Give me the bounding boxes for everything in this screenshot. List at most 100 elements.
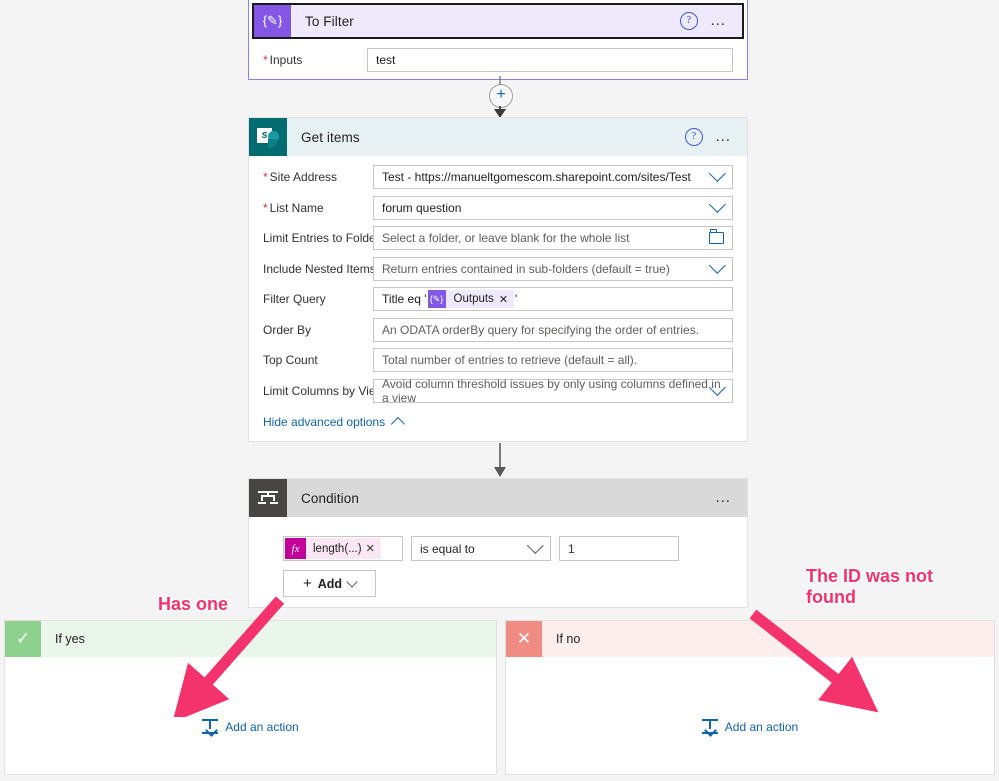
- branch-if-yes[interactable]: ✓ If yes Add an action: [4, 620, 497, 775]
- condition-glyph: [258, 489, 278, 507]
- sharepoint-tail: [268, 139, 277, 148]
- help-icon[interactable]: ?: [679, 12, 698, 30]
- token-label: Outputs: [453, 293, 494, 305]
- card-header-condition[interactable]: Condition …: [249, 479, 747, 517]
- sharepoint-icon: s: [249, 118, 287, 156]
- condition-expression-row: fx length(...) ✕ is equal to 1: [283, 536, 747, 561]
- inputs-field[interactable]: test: [367, 48, 733, 72]
- card-header-to-filter[interactable]: {✎} To Filter ? …: [252, 3, 744, 39]
- chevron-down-icon[interactable]: [708, 256, 726, 274]
- add-an-action-label: Add an action: [225, 719, 299, 734]
- field-row-list-name: * List Name forum question: [249, 195, 747, 220]
- chevron-down-icon[interactable]: [708, 164, 726, 182]
- card-header-get-items[interactable]: s Get items ? …: [249, 118, 747, 156]
- condition-right-operand[interactable]: 1: [559, 536, 679, 561]
- field-label-filter-query: Filter Query: [263, 292, 326, 306]
- include-nested-items-dropdown[interactable]: Return entries contained in sub-folders …: [373, 256, 733, 281]
- top-count-placeholder: Total number of entries to retrieve (def…: [382, 353, 638, 367]
- branch-header-if-no[interactable]: ✕ If no: [506, 621, 994, 657]
- connector-arrow-2: [494, 443, 506, 477]
- card-title: Get items: [301, 129, 360, 145]
- card-header-actions: …: [715, 490, 747, 506]
- condition-operator-dropdown[interactable]: is equal to: [411, 536, 551, 561]
- required-indicator: *: [263, 200, 268, 215]
- add-an-action-button-if-yes[interactable]: Add an action: [202, 719, 299, 737]
- annotation-id-not-found: The ID was not found: [806, 566, 934, 607]
- compose-glyph: {✎}: [262, 13, 283, 28]
- add-action-icon: [701, 719, 718, 737]
- field-row-top-count: Top Count Total number of entries to ret…: [249, 348, 747, 372]
- help-icon[interactable]: ?: [684, 128, 703, 146]
- order-by-field[interactable]: An ODATA orderBy query for specifying th…: [373, 317, 733, 342]
- close-icon: ✕: [506, 621, 542, 657]
- action-card-get-items[interactable]: s Get items ? … * Site Address Test - htt…: [248, 117, 748, 442]
- branch-body-if-yes: Add an action: [5, 657, 496, 774]
- limit-entries-to-folder-field[interactable]: Select a folder, or leave blank for the …: [373, 226, 733, 250]
- plus-icon: +: [302, 575, 312, 592]
- field-row-limit-columns-by-view: Limit Columns by View Avoid column thres…: [249, 376, 747, 405]
- limit-columns-by-view-dropdown[interactable]: Avoid column threshold issues by only us…: [373, 376, 733, 405]
- top-count-field[interactable]: Total number of entries to retrieve (def…: [373, 348, 733, 372]
- field-label-limit-entries-to-folder: Limit Entries to Folder: [263, 231, 380, 245]
- field-row-site-address: * Site Address Test - https://manueltgome…: [249, 164, 747, 189]
- card-title: To Filter: [305, 13, 354, 29]
- inputs-field-value: test: [376, 53, 396, 67]
- include-nested-items-placeholder: Return entries contained in sub-folders …: [382, 261, 670, 276]
- field-row-include-nested-items: Include Nested Items Return entries cont…: [249, 256, 747, 281]
- required-indicator: *: [263, 53, 268, 67]
- card-header-actions: ? …: [684, 128, 747, 146]
- hide-advanced-options-toggle[interactable]: Hide advanced options: [249, 409, 747, 431]
- limit-columns-by-view-placeholder: Avoid column threshold issues by only us…: [382, 376, 721, 405]
- add-condition-button[interactable]: + Add: [283, 570, 376, 597]
- order-by-placeholder: An ODATA orderBy query for specifying th…: [382, 322, 700, 337]
- card-header-actions: ? …: [679, 12, 742, 30]
- more-options-icon[interactable]: …: [715, 129, 733, 145]
- limit-entries-to-folder-placeholder: Select a folder, or leave blank for the …: [382, 231, 630, 245]
- close-icon[interactable]: ✕: [499, 293, 514, 306]
- compose-icon: {✎}: [427, 290, 446, 308]
- close-icon[interactable]: ✕: [366, 542, 381, 555]
- field-label-site-address: * Site Address: [263, 170, 338, 184]
- condition-right-value: 1: [568, 541, 575, 556]
- sharepoint-glyph: s: [257, 127, 279, 148]
- expression-token-length[interactable]: fx length(...) ✕: [285, 538, 381, 559]
- field-label-inputs: * Inputs: [263, 53, 303, 67]
- site-address-dropdown[interactable]: Test - https://manueltgomescom.sharepoin…: [373, 164, 733, 189]
- condition-left-operand[interactable]: fx length(...) ✕: [283, 536, 403, 561]
- branch-title-if-yes: If yes: [55, 632, 85, 646]
- list-name-dropdown[interactable]: forum question: [373, 195, 733, 220]
- field-row-inputs: * Inputs test: [249, 48, 747, 72]
- field-label-limit-columns-by-view: Limit Columns by View: [263, 383, 385, 398]
- filter-query-suffix: ': [515, 292, 518, 306]
- list-name-value: forum question: [382, 200, 462, 215]
- insert-step-button[interactable]: +: [489, 84, 513, 108]
- field-label-top-count: Top Count: [263, 353, 318, 367]
- field-label-order-by: Order By: [263, 322, 312, 337]
- compose-icon: {✎}: [254, 5, 291, 37]
- filter-query-field[interactable]: Title eq ' {✎} Outputs ✕ ': [373, 287, 733, 311]
- add-an-action-button-if-no[interactable]: Add an action: [701, 719, 799, 737]
- action-card-to-filter[interactable]: {✎} To Filter ? … * Inputs test: [248, 0, 748, 80]
- add-an-action-label: Add an action: [724, 719, 799, 734]
- chevron-down-icon[interactable]: [526, 536, 544, 554]
- card-title: Condition: [301, 490, 359, 506]
- branch-title-if-no: If no: [556, 632, 581, 646]
- folder-icon[interactable]: [709, 229, 724, 244]
- site-address-value: Test - https://manueltgomescom.sharepoin…: [382, 170, 691, 184]
- expression-token-label: length(...): [313, 542, 362, 555]
- branch-if-no[interactable]: ✕ If no Add an action: [505, 620, 995, 775]
- field-label-list-name: * List Name: [263, 200, 324, 215]
- field-row-filter-query: Filter Query Title eq ' {✎} Outputs ✕ ': [249, 287, 747, 311]
- more-options-icon[interactable]: …: [715, 490, 733, 506]
- dynamic-content-token-outputs[interactable]: {✎} Outputs ✕: [427, 290, 515, 308]
- chevron-up-icon: [391, 416, 406, 431]
- action-card-condition[interactable]: Condition … fx length(...) ✕ is equal to…: [248, 478, 748, 608]
- field-label-include-nested-items: Include Nested Items: [263, 261, 376, 276]
- field-row-limit-entries-to-folder: Limit Entries to Folder Select a folder,…: [249, 226, 747, 250]
- chevron-down-icon[interactable]: [346, 576, 358, 588]
- field-row-order-by: Order By An ODATA orderBy query for spec…: [249, 317, 747, 342]
- chevron-down-icon[interactable]: [708, 195, 726, 213]
- fx-icon: fx: [285, 538, 306, 559]
- branch-header-if-yes[interactable]: ✓ If yes: [5, 621, 496, 657]
- more-options-icon[interactable]: …: [710, 13, 728, 29]
